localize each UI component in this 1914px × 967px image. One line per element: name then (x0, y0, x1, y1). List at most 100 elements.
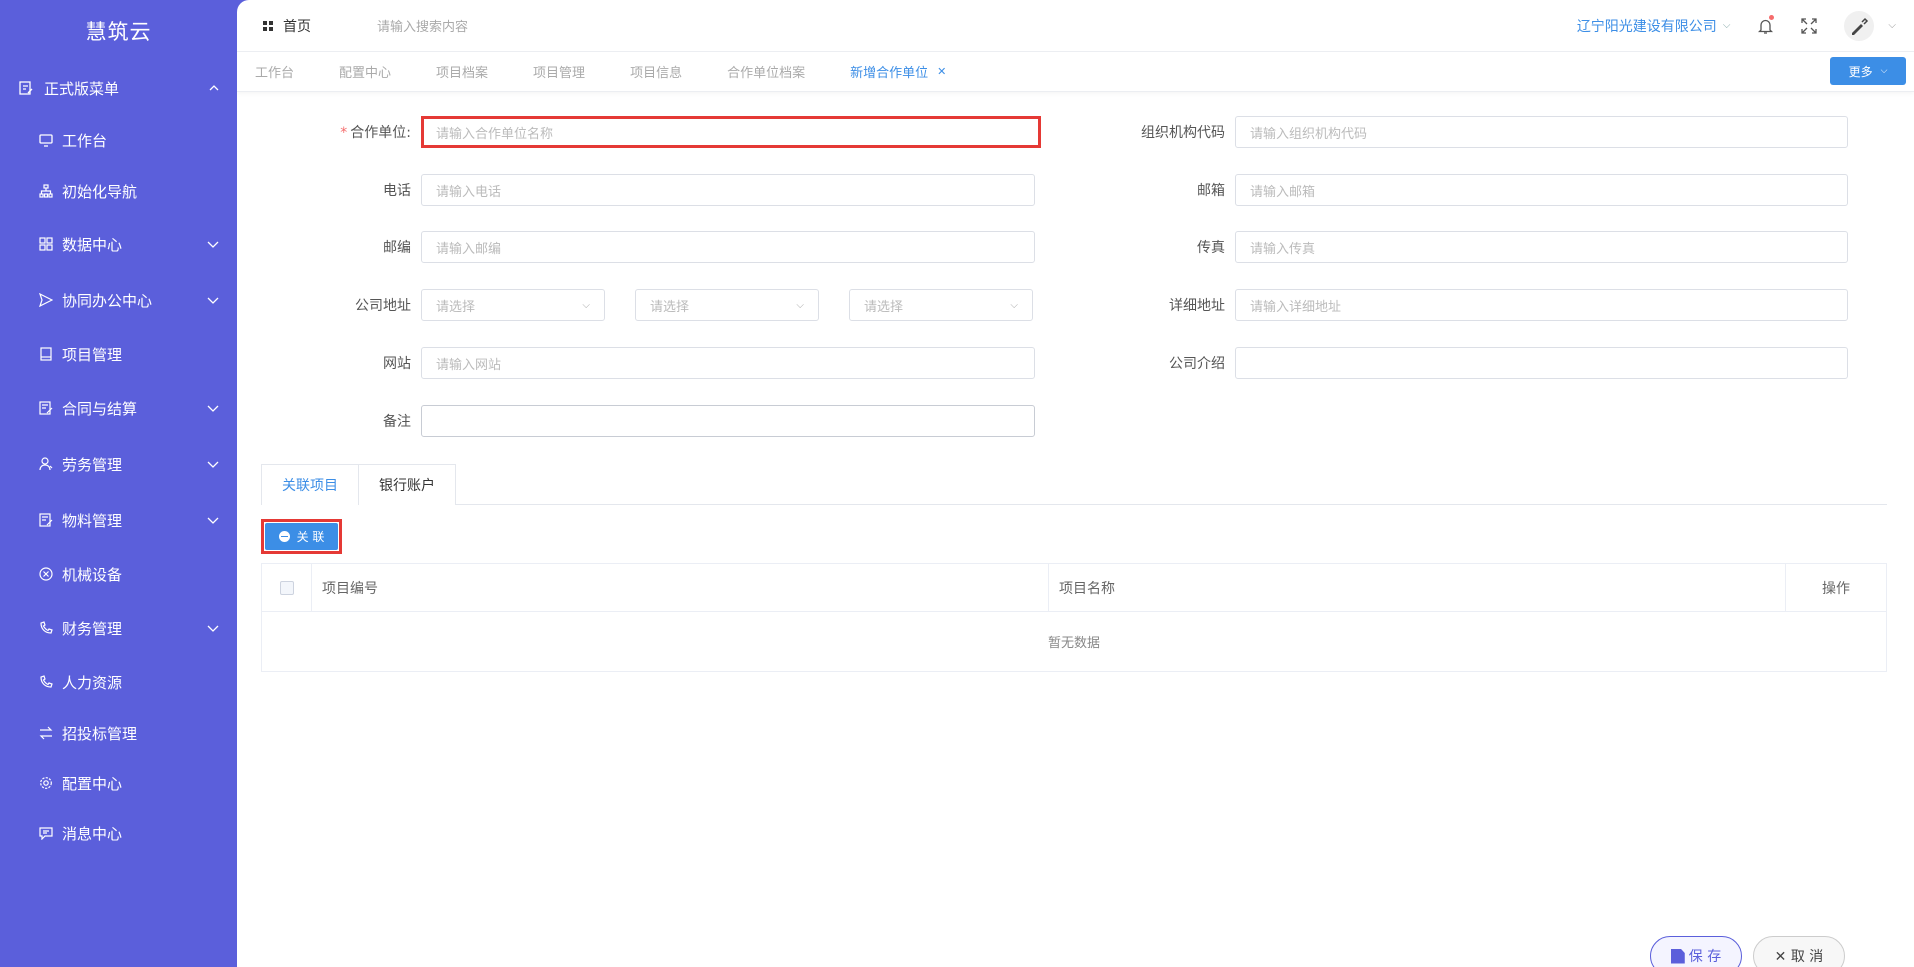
app-logo: 慧筑云 (85, 20, 152, 44)
sidebar-item-label: 工作台 (62, 131, 108, 150)
chevron-down-icon[interactable]: ⌵ (1888, 20, 1896, 31)
select-value: 请选择 (436, 299, 476, 315)
search-input[interactable]: 请输入搜索内容 (377, 16, 468, 35)
sidebar-item-label: 财务管理 (62, 619, 123, 638)
field-detail-address: 详细地址 请输入详细地址 (1071, 289, 1848, 321)
sidebar: 慧筑云 正式版菜单 工作台 初始化导航 数据中心 协同办公中心 项目管理 合同与… (0, 0, 237, 967)
home-label: 首页 (283, 18, 311, 35)
associate-button[interactable]: 关 联 (265, 523, 338, 550)
save-button[interactable]: 保 存 (1650, 936, 1742, 967)
sidebar-item-messages[interactable]: 消息中心 (0, 808, 237, 858)
select-all-checkbox[interactable] (262, 563, 312, 612)
book-icon (38, 346, 54, 362)
sidebar-item-bidding[interactable]: 招投标管理 (0, 708, 237, 758)
sidebar-group-formal-menu[interactable]: 正式版菜单 (0, 62, 237, 114)
sidebar-item-label: 协同办公中心 (62, 291, 153, 310)
sidebar-item-finance[interactable]: 财务管理 (0, 600, 237, 656)
zip-input[interactable]: 请输入邮编 (421, 231, 1035, 263)
sidebar-item-collab-office[interactable]: 协同办公中心 (0, 272, 237, 328)
sidebar-item-machinery[interactable]: 机械设备 (0, 548, 237, 600)
sub-tabs: 关联项目 银行账户 (261, 464, 1887, 506)
sidebar-item-label: 初始化导航 (62, 182, 138, 201)
company-name: 辽宁阳光建设有限公司 (1576, 18, 1717, 35)
field-email: 邮箱 请输入邮箱 (1071, 174, 1848, 206)
bell-icon[interactable] (1756, 14, 1775, 35)
detail-address-input[interactable]: 请输入详细地址 (1235, 289, 1848, 321)
city-select[interactable]: 请选择 ⌵ (635, 289, 819, 321)
sidebar-item-workbench[interactable]: 工作台 (0, 114, 237, 166)
org-code-input[interactable]: 请输入组织机构代码 (1235, 116, 1848, 148)
intro-input[interactable] (1235, 347, 1848, 379)
remark-input[interactable] (421, 405, 1035, 437)
sidebar-item-contract[interactable]: 合同与结算 (0, 380, 237, 436)
field-partner: * 合作单位: 请输入合作单位名称 (257, 116, 1041, 148)
intro-label: 公司介绍 (1169, 356, 1225, 372)
website-input[interactable]: 请输入网站 (421, 347, 1035, 379)
sidebar-item-project-mgmt[interactable]: 项目管理 (0, 328, 237, 380)
empty-state: 暂无数据 (1047, 636, 1100, 651)
tab-related-projects[interactable]: 关联项目 (261, 464, 359, 506)
remark-label: 备注 (383, 414, 411, 430)
email-input[interactable]: 请输入邮箱 (1235, 174, 1848, 206)
website-label: 网站 (383, 356, 411, 372)
sidebar-item-label: 人力资源 (62, 673, 123, 692)
circle-x-icon (38, 566, 54, 582)
sidebar-item-label: 机械设备 (62, 565, 123, 584)
chevron-down-icon: ⌵ (582, 299, 590, 311)
phone-icon (38, 674, 54, 690)
detail-address-label: 详细地址 (1169, 298, 1225, 314)
associate-button-highlight: 关 联 (261, 519, 342, 554)
fullscreen-icon[interactable] (1800, 17, 1818, 35)
checkbox[interactable] (279, 580, 294, 595)
page-tabs: 工作台 配置中心 项目档案 项目管理 项目信息 合作单位档案 新增合作单位 ✕ … (237, 52, 1914, 92)
close-icon[interactable]: ✕ (937, 65, 946, 78)
select-value: 请选择 (650, 299, 690, 315)
tab-config-center[interactable]: 配置中心 (339, 62, 391, 81)
sidebar-item-label: 合同与结算 (62, 399, 138, 418)
tab-bank-accounts[interactable]: 银行账户 (359, 464, 456, 505)
table-header: 项目编号 项目名称 操作 (262, 563, 1886, 612)
field-fax: 传真 请输入传真 (1071, 231, 1848, 263)
fax-input[interactable]: 请输入传真 (1235, 231, 1848, 263)
sidebar-item-labor[interactable]: 劳务管理 (0, 436, 237, 492)
phone-input[interactable]: 请输入电话 (421, 174, 1035, 206)
avatar[interactable] (1844, 10, 1875, 41)
required-mark: * (340, 125, 348, 141)
partner-input[interactable]: 请输入合作单位名称 (421, 116, 1041, 148)
edit-doc-icon (38, 512, 54, 528)
tab-add-partner[interactable]: 新增合作单位 ✕ (850, 62, 946, 81)
tab-workbench[interactable]: 工作台 (255, 62, 294, 81)
sidebar-item-config[interactable]: 配置中心 (0, 758, 237, 808)
menu-doc-icon (18, 80, 34, 96)
tab-partner-archive[interactable]: 合作单位档案 (727, 62, 805, 81)
sidebar-item-material[interactable]: 物料管理 (0, 492, 237, 548)
chevron-down-icon: ⌵ (796, 299, 804, 311)
phone-icon (38, 620, 54, 636)
field-intro: 公司介绍 (1071, 347, 1848, 379)
sidebar-item-data-center[interactable]: 数据中心 (0, 216, 237, 272)
chevron-down-icon: ⌵ (1722, 20, 1731, 31)
column-project-name: 项目名称 (1049, 563, 1786, 612)
district-select[interactable]: 请选择 ⌵ (849, 289, 1033, 321)
field-zip: 邮编 请输入邮编 (257, 231, 1035, 263)
sidebar-item-hr[interactable]: 人力资源 (0, 656, 237, 708)
chevron-down-icon: ⌵ (1010, 299, 1018, 311)
more-button[interactable]: 更多 ⌵ (1830, 57, 1906, 85)
grid-icon (38, 236, 54, 252)
company-selector[interactable]: 辽宁阳光建设有限公司 ⌵ (1577, 16, 1731, 36)
cancel-button[interactable]: ✕ 取 消 (1753, 936, 1845, 967)
chevron-down-icon (207, 241, 219, 248)
tab-project-archive[interactable]: 项目档案 (436, 62, 488, 81)
chevron-down-icon (207, 405, 219, 412)
sitemap-icon (38, 183, 54, 199)
home-link[interactable]: 首页 (263, 16, 311, 36)
tab-project-info[interactable]: 项目信息 (630, 62, 682, 81)
org-code-label: 组织机构代码 (1141, 125, 1225, 141)
province-select[interactable]: 请选择 ⌵ (421, 289, 605, 321)
sidebar-item-init-nav[interactable]: 初始化导航 (0, 166, 237, 216)
select-value: 请选择 (864, 299, 904, 315)
tab-project-mgmt[interactable]: 项目管理 (533, 62, 585, 81)
phone-label: 电话 (383, 183, 411, 199)
sidebar-item-label: 消息中心 (62, 824, 123, 843)
partner-label-text: 合作单位: (350, 125, 411, 141)
